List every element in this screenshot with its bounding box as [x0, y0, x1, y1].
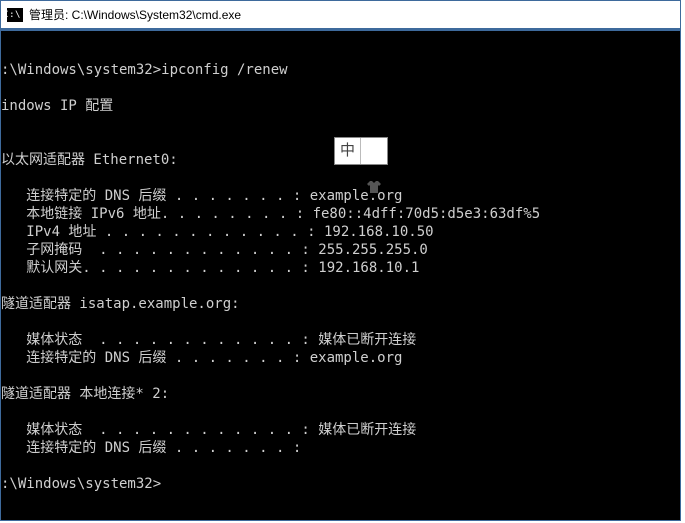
terminal-line: 连接特定的 DNS 后缀 . . . . . . . : — [1, 440, 301, 456]
terminal-line: indows IP 配置 — [1, 98, 113, 114]
title-bar[interactable]: C:\. 管理员: C:\Windows\System32\cmd.exe — [1, 1, 680, 29]
terminal-line: 媒体状态 . . . . . . . . . . . . : 媒体已断开连接 — [1, 422, 416, 438]
tshirt-icon — [366, 144, 382, 158]
terminal-line: 隧道适配器 isatap.example.org: — [1, 296, 240, 312]
ime-mode-button[interactable]: 中 — [335, 138, 361, 164]
ime-toolbar[interactable]: 中 — [334, 137, 388, 165]
terminal-line: 连接特定的 DNS 后缀 . . . . . . . : example.org — [1, 188, 402, 204]
terminal-line: :\Windows\system32> — [1, 476, 161, 492]
terminal-line: 以太网适配器 Ethernet0: — [1, 152, 178, 168]
terminal-line: 媒体状态 . . . . . . . . . . . . : 媒体已断开连接 — [1, 332, 416, 348]
terminal-area[interactable]: :\Windows\system32>ipconfig /renew indow… — [1, 31, 680, 520]
terminal-line: 默认网关. . . . . . . . . . . . . : 192.168.… — [1, 260, 419, 276]
terminal-line: 本地链接 IPv6 地址. . . . . . . . : fe80::4dff… — [1, 206, 540, 222]
terminal-line: 子网掩码 . . . . . . . . . . . . : 255.255.2… — [1, 242, 428, 258]
terminal-line: :\Windows\system32>ipconfig /renew — [1, 62, 288, 78]
terminal-line: 隧道适配器 本地连接* 2: — [1, 386, 169, 402]
window-title: 管理员: C:\Windows\System32\cmd.exe — [29, 6, 241, 23]
cmd-icon: C:\. — [7, 8, 23, 22]
terminal-line: 连接特定的 DNS 后缀 . . . . . . . : example.org — [1, 350, 402, 366]
ime-skin-button[interactable] — [361, 138, 387, 164]
cmd-window: C:\. 管理员: C:\Windows\System32\cmd.exe :\… — [0, 0, 681, 521]
